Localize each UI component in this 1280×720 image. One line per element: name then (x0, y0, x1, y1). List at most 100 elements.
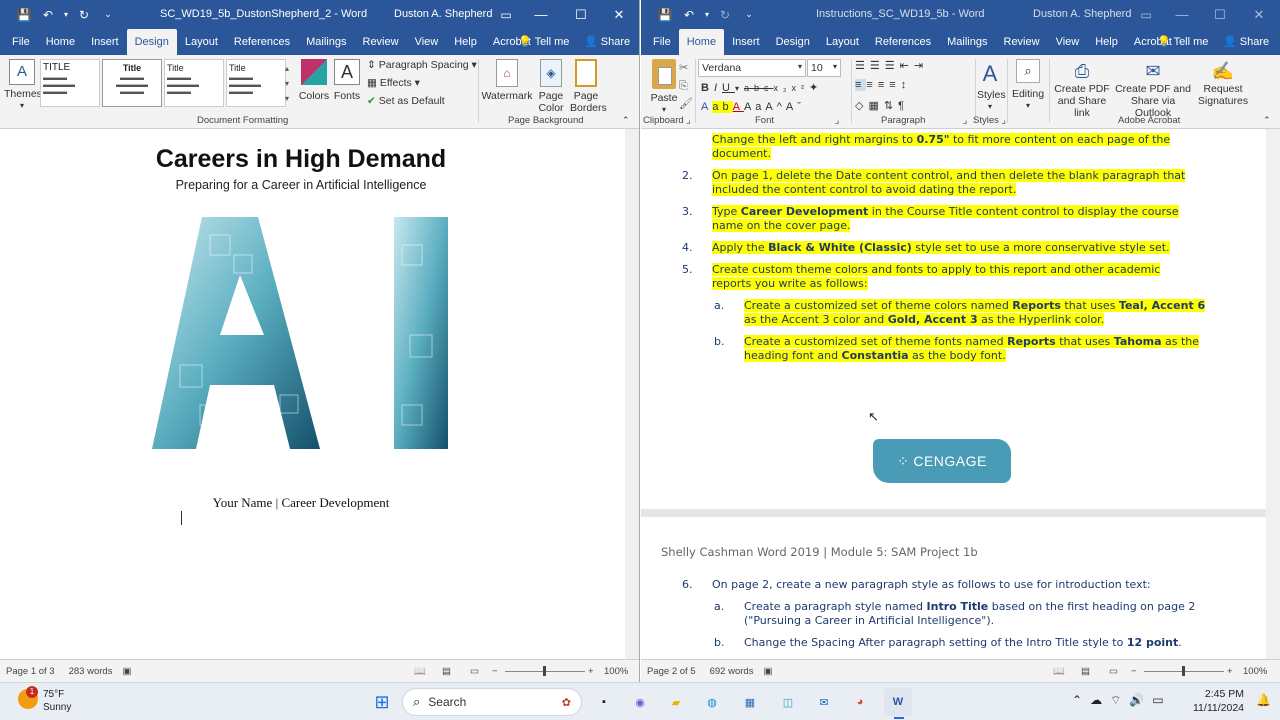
minimize-button[interactable]: — (1163, 0, 1201, 29)
document-page-2[interactable]: Shelly Cashman Word 2019 | Module 5: SAM… (641, 517, 1266, 659)
gallery-scroll[interactable]: ▴ ▾ ▾ (285, 61, 289, 106)
undo-dropdown-icon[interactable]: ▾ (60, 0, 72, 29)
volume-icon[interactable]: 🔊 (1129, 693, 1152, 707)
tab-view[interactable]: View (1048, 29, 1088, 55)
copy-icon[interactable]: ⎘ (679, 77, 693, 95)
tab-home[interactable]: Home (38, 29, 83, 55)
customize-qat-icon[interactable]: ⌄ (96, 0, 120, 29)
zoom-level[interactable]: 100% (604, 666, 628, 677)
document-title[interactable]: Careers in High Demand (0, 145, 602, 174)
web-layout-icon[interactable]: ▭ (470, 666, 479, 677)
word-count[interactable]: 283 words (69, 666, 113, 677)
vertical-scrollbar[interactable] (1266, 129, 1280, 659)
borders-icon[interactable]: ▦ (868, 100, 883, 112)
outlook-icon[interactable]: ✉ (812, 688, 836, 716)
collapse-ribbon-icon[interactable]: ⌃ (622, 115, 630, 126)
increase-indent-icon[interactable]: ⇥ (914, 60, 928, 72)
app-icon[interactable]: ◫ (776, 688, 800, 716)
word-count[interactable]: 692 words (710, 666, 754, 677)
tab-file[interactable]: File (645, 29, 679, 55)
tab-insert[interactable]: Insert (83, 29, 127, 55)
collapse-ribbon-icon[interactable]: ⌃ (1263, 115, 1271, 126)
font-dialog-launcher-icon[interactable]: ⌟ (835, 115, 839, 126)
chat-icon[interactable]: ◉ (628, 688, 652, 716)
tab-review[interactable]: Review (996, 29, 1048, 55)
page-count[interactable]: Page 1 of 3 (6, 666, 55, 677)
themes-button[interactable]: A Themes ▾ (4, 59, 42, 112)
show-marks-icon[interactable]: ¶ (898, 100, 909, 112)
zoom-slider-thumb[interactable] (543, 666, 546, 676)
paste-button[interactable]: Paste ▾ (647, 59, 681, 116)
bullets-icon[interactable]: ☰ (855, 60, 870, 72)
superscript-icon[interactable]: x² (792, 83, 810, 93)
style-set-thumbnail[interactable]: Title ▬▬▬ ▬▬▬▬ ▬▬▬ (102, 59, 162, 107)
save-icon[interactable]: 💾 (653, 0, 677, 29)
clock[interactable]: 2:45 PM 11/11/2024 (1190, 687, 1244, 715)
text-effects-icon[interactable]: A (701, 101, 712, 113)
create-pdf-share-link-button[interactable]: ⎙ Create PDF and Share link (1051, 59, 1113, 119)
chevron-up-icon[interactable]: ⌃ (1072, 693, 1090, 707)
zoom-out-button[interactable]: − (492, 666, 498, 677)
undo-dropdown-icon[interactable]: ▾ (701, 0, 713, 29)
effects-button[interactable]: ▦ Effects ▾ (367, 77, 420, 89)
tab-help[interactable]: Help (446, 29, 485, 55)
subscript-icon[interactable]: x₂ (774, 83, 792, 93)
tab-insert[interactable]: Insert (724, 29, 768, 55)
course-title-field[interactable]: Career Development (281, 495, 389, 510)
minimize-button[interactable]: — (522, 0, 560, 29)
tab-home[interactable]: Home (678, 29, 725, 55)
print-layout-icon[interactable]: ▤ (442, 666, 451, 677)
wifi-icon[interactable]: ⌔ (1110, 693, 1129, 707)
word-taskbar-icon[interactable]: W (884, 688, 912, 716)
page-count[interactable]: Page 2 of 5 (647, 666, 696, 677)
task-view-icon[interactable]: ▪ (592, 688, 616, 716)
zoom-slider-thumb[interactable] (1182, 666, 1185, 676)
redo-icon[interactable]: ↻ (72, 0, 96, 29)
watermark-button[interactable]: ⌂ Watermark (481, 59, 533, 102)
battery-icon[interactable]: ▭ (1152, 693, 1171, 707)
set-as-default-button[interactable]: ✔ Set as Default (367, 95, 445, 107)
tab-mailings[interactable]: Mailings (939, 29, 995, 55)
read-mode-icon[interactable]: 📖 (414, 666, 426, 677)
request-signatures-button[interactable]: ✍ Request Signatures (1193, 59, 1253, 107)
taskbar-search-box[interactable]: ⌕ Search ✿ (402, 688, 582, 716)
tab-design[interactable]: Design (768, 29, 818, 55)
customize-qat-icon[interactable]: ⌄ (737, 0, 761, 29)
undo-icon[interactable]: ↶ (677, 0, 701, 29)
shrink-font-icon[interactable]: Aˇ (786, 101, 805, 113)
shading-icon[interactable]: ◇ (855, 100, 868, 112)
underline-icon[interactable]: U (722, 82, 735, 94)
multilevel-list-icon[interactable]: ☰ (885, 60, 900, 72)
zoom-out-button[interactable]: − (1131, 666, 1137, 677)
cut-icon[interactable]: ✂ (679, 59, 693, 77)
weather-widget[interactable]: 75°F Sunny (43, 688, 71, 714)
styles-button[interactable]: A Styles ▾ (977, 59, 1006, 113)
redo-icon[interactable]: ↻ (713, 0, 737, 29)
zoom-level[interactable]: 100% (1243, 666, 1267, 677)
align-right-icon[interactable]: ≡ (878, 79, 889, 91)
grow-font-icon[interactable]: A^ (765, 101, 786, 113)
ai-cover-image[interactable] (140, 215, 460, 453)
zoom-slider[interactable] (505, 666, 585, 676)
paragraph-spacing-button[interactable]: ⇕ Paragraph Spacing ▾ (367, 59, 477, 71)
proofing-icon[interactable]: ▣ (763, 666, 772, 677)
edge-browser-icon[interactable]: ◍ (700, 688, 724, 716)
sort-icon[interactable]: ⇅ (884, 100, 898, 112)
document-page-1[interactable]: Change the left and right margins to 0.7… (641, 129, 1266, 509)
store-icon[interactable]: ▦ (738, 688, 762, 716)
read-mode-icon[interactable]: 📖 (1053, 666, 1065, 677)
fonts-button[interactable]: A Fonts (332, 59, 362, 102)
font-name-combo[interactable]: Verdana ▾ (698, 59, 806, 77)
share-button[interactable]: 👤 Share (584, 29, 630, 55)
close-button[interactable]: ✕ (600, 0, 638, 29)
cover-footer-line[interactable]: Your Name | Career Development (0, 495, 602, 511)
create-pdf-outlook-button[interactable]: ✉ Create PDF and Share via Outlook (1115, 59, 1191, 119)
align-center-icon[interactable]: ≡ (866, 79, 877, 91)
change-case-icon[interactable]: Aa (744, 101, 765, 113)
print-layout-icon[interactable]: ▤ (1081, 666, 1090, 677)
notification-bell-icon[interactable]: 🔔 (1256, 693, 1271, 707)
share-button[interactable]: 👤 Share (1223, 29, 1269, 55)
undo-icon[interactable]: ↶ (36, 0, 60, 29)
document-page[interactable]: Careers in High Demand Preparing for a C… (0, 129, 626, 659)
tab-mailings[interactable]: Mailings (298, 29, 354, 55)
